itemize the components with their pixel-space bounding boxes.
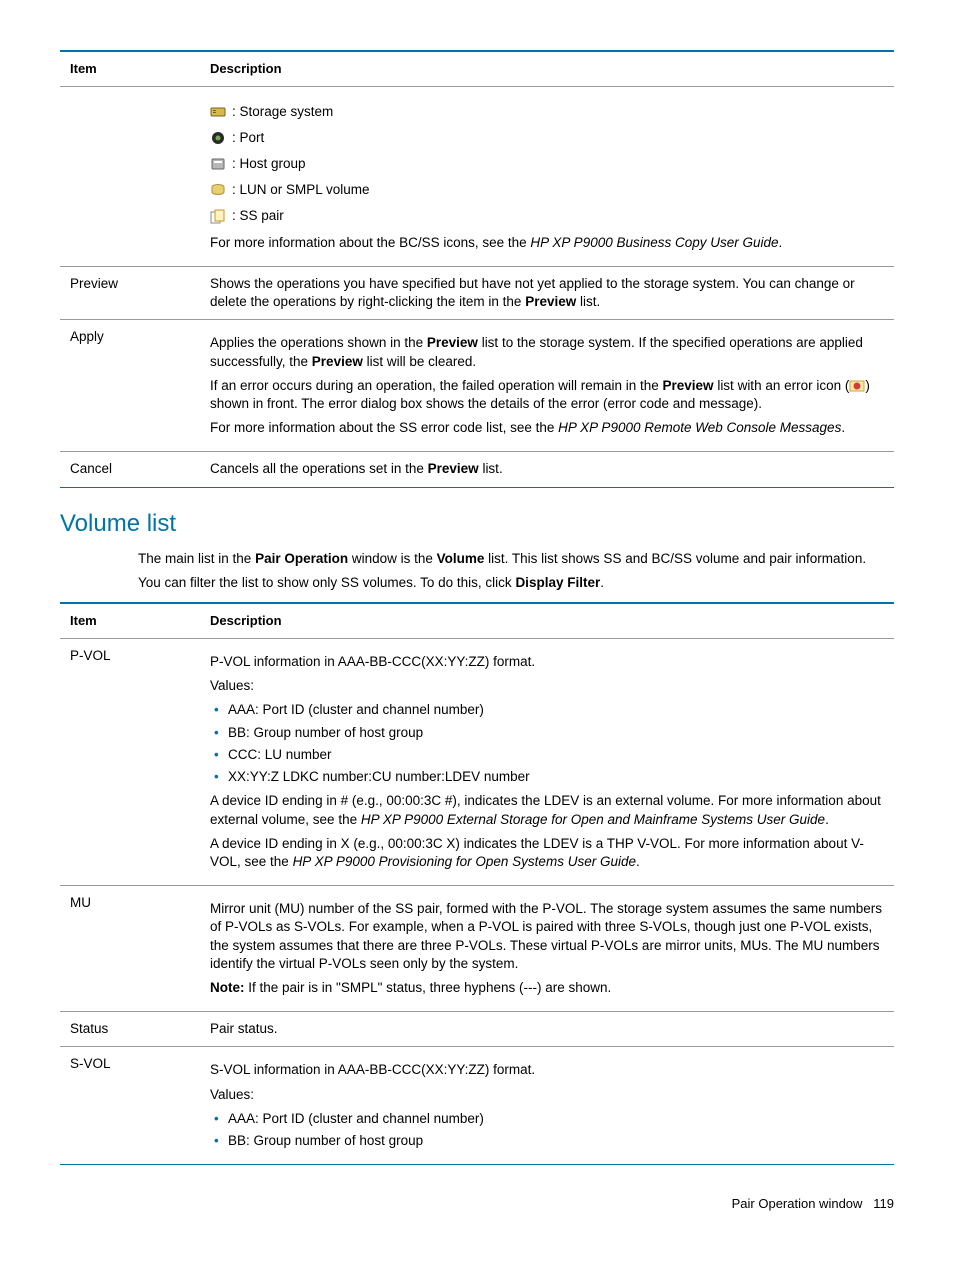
table-row: Apply Applies the operations shown in th… [60, 320, 894, 452]
cell-desc: Shows the operations you have specified … [200, 266, 894, 319]
ss-pair-label: : SS pair [232, 207, 284, 225]
th-desc: Description [200, 51, 894, 86]
ref-title: HP XP P9000 Provisioning for Open System… [293, 854, 636, 869]
text: list. This list shows SS and BC/SS volum… [484, 551, 866, 566]
text: If the pair is in "SMPL" status, three h… [245, 980, 612, 995]
table-row: P-VOL P-VOL information in AAA-BB-CCC(XX… [60, 638, 894, 885]
cell-item: P-VOL [60, 638, 200, 885]
text: list. [479, 461, 503, 476]
list-item: BB: Group number of host group [210, 1132, 884, 1150]
list-item: BB: Group number of host group [210, 724, 884, 742]
text: Values: [210, 677, 884, 695]
text: Note: [210, 980, 245, 995]
cell-item: Status [60, 1012, 200, 1047]
host-group-icon [210, 156, 226, 172]
lun-icon [210, 182, 226, 198]
page-number: 119 [873, 1196, 894, 1211]
list-item: CCC: LU number [210, 746, 884, 764]
ref-title: HP XP P9000 External Storage for Open an… [361, 812, 825, 827]
table-row: Status Pair status. [60, 1012, 894, 1047]
text: You can filter the list to show only SS … [138, 575, 515, 590]
intro-para-1: The main list in the Pair Operation wind… [138, 550, 894, 568]
ref-title: HP XP P9000 Business Copy User Guide [530, 235, 778, 250]
port-icon [210, 130, 226, 146]
text: Mirror unit (MU) number of the SS pair, … [210, 900, 884, 973]
text: S-VOL information in AAA-BB-CCC(XX:YY:ZZ… [210, 1061, 884, 1079]
text: . [636, 854, 640, 869]
port-label: : Port [232, 129, 264, 147]
volume-list-table: Item Description P-VOL P-VOL information… [60, 602, 894, 1165]
text: Display Filter [515, 575, 600, 590]
table-row: S-VOL S-VOL information in AAA-BB-CCC(XX… [60, 1047, 894, 1165]
table-row: : Storage system : Port : Host group [60, 86, 894, 266]
cell-item: S-VOL [60, 1047, 200, 1165]
storage-label: : Storage system [232, 103, 333, 121]
cell-desc: Pair status. [200, 1012, 894, 1047]
text: . [841, 420, 845, 435]
list-item: AAA: Port ID (cluster and channel number… [210, 1110, 884, 1128]
bullet-list: AAA: Port ID (cluster and channel number… [210, 1110, 884, 1150]
text: P-VOL information in AAA-BB-CCC(XX:YY:ZZ… [210, 653, 884, 671]
text: Pair Operation [255, 551, 348, 566]
text: . [779, 235, 783, 250]
error-icon [849, 379, 865, 393]
text: . [600, 575, 604, 590]
text: Preview [525, 294, 576, 309]
text: Cancels all the operations set in the [210, 461, 428, 476]
text: Preview [427, 335, 478, 350]
lun-label: : LUN or SMPL volume [232, 181, 370, 199]
text: Values: [210, 1086, 884, 1104]
text: Preview [428, 461, 479, 476]
ss-pair-icon [210, 209, 226, 225]
table-row: Preview Shows the operations you have sp… [60, 266, 894, 319]
list-item: AAA: Port ID (cluster and channel number… [210, 701, 884, 719]
cell-desc: P-VOL information in AAA-BB-CCC(XX:YY:ZZ… [200, 638, 894, 885]
footer-label: Pair Operation window [732, 1196, 863, 1211]
cell-item: Cancel [60, 452, 200, 487]
storage-system-icon [210, 104, 226, 120]
list-item: XX:YY:Z LDKC number:CU number:LDEV numbe… [210, 768, 884, 786]
intro-para-2: You can filter the list to show only SS … [138, 574, 894, 592]
cell-desc: Mirror unit (MU) number of the SS pair, … [200, 886, 894, 1012]
text: Volume [437, 551, 485, 566]
page-footer: Pair Operation window 119 [60, 1195, 894, 1213]
cell-item: Apply [60, 320, 200, 452]
text: For more information about the BC/SS ico… [210, 235, 530, 250]
cell-desc: : Storage system : Port : Host group [200, 86, 894, 266]
text: list will be cleared. [363, 354, 476, 369]
bullet-list: AAA: Port ID (cluster and channel number… [210, 701, 884, 786]
text: . [825, 812, 829, 827]
ref-title: HP XP P9000 Remote Web Console Messages [558, 420, 841, 435]
th-item: Item [60, 51, 200, 86]
text: For more information about the SS error … [210, 420, 558, 435]
section-heading: Volume list [60, 508, 894, 540]
cell-desc: Applies the operations shown in the Prev… [200, 320, 894, 452]
text: Applies the operations shown in the [210, 335, 427, 350]
table-row: Cancel Cancels all the operations set in… [60, 452, 894, 487]
text: The main list in the [138, 551, 255, 566]
th-item: Item [60, 603, 200, 638]
host-group-label: : Host group [232, 155, 306, 173]
cell-desc: S-VOL information in AAA-BB-CCC(XX:YY:ZZ… [200, 1047, 894, 1165]
text: list with an error icon ( [714, 378, 850, 393]
th-desc: Description [200, 603, 894, 638]
text: Preview [663, 378, 714, 393]
cell-item: MU [60, 886, 200, 1012]
text: Preview [312, 354, 363, 369]
cell-desc: Cancels all the operations set in the Pr… [200, 452, 894, 487]
icons-operations-table: Item Description : Storage system : Port [60, 50, 894, 488]
cell-item [60, 86, 200, 266]
text: list. [576, 294, 600, 309]
table-row: MU Mirror unit (MU) number of the SS pai… [60, 886, 894, 1012]
cell-item: Preview [60, 266, 200, 319]
text: If an error occurs during an operation, … [210, 378, 663, 393]
text: window is the [348, 551, 437, 566]
